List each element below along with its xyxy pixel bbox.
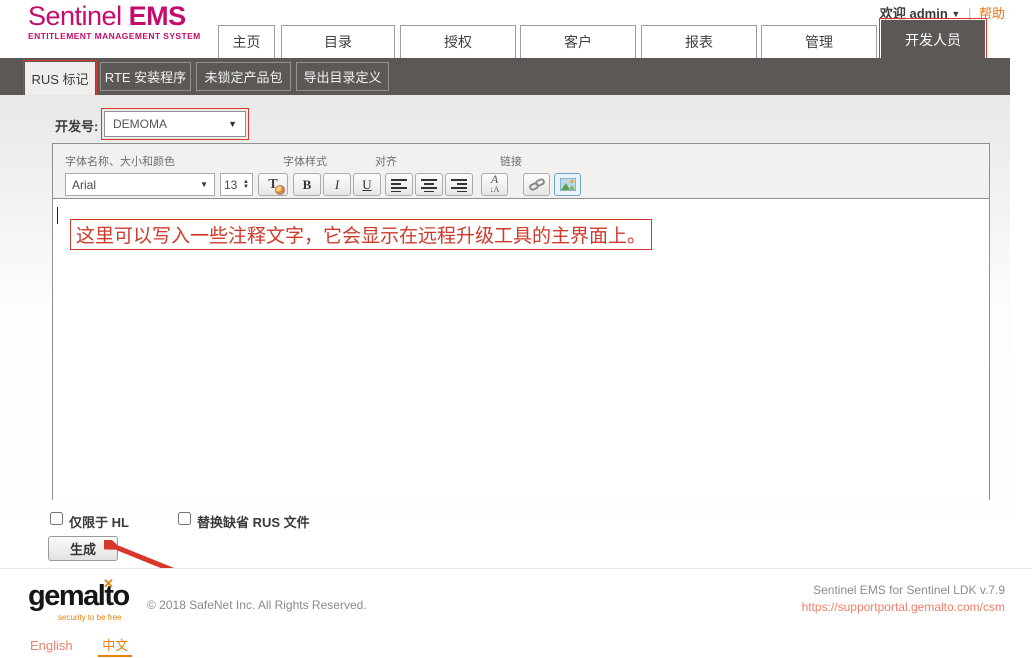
subnav-bar: RUS 标记 RTE 安装程序 未锁定产品包 导出目录定义 bbox=[0, 58, 1010, 95]
subtab-unlocked-packages[interactable]: 未锁定产品包 bbox=[196, 62, 291, 91]
link-icon bbox=[529, 178, 545, 192]
align-center-icon bbox=[421, 178, 437, 192]
annotation-note-text: 这里可以写入一些注释文字，它会显示在远程升级工具的主界面上。 bbox=[70, 219, 652, 250]
brand-logo-bold: EMS bbox=[129, 1, 186, 31]
brand-logo: Sentinel EMS bbox=[28, 1, 186, 32]
language-link-english[interactable]: English bbox=[30, 638, 73, 653]
help-link[interactable]: 帮助 bbox=[979, 6, 1005, 21]
footer: gemalto ✕ security to be free © 2018 Saf… bbox=[0, 568, 1032, 658]
welcome-user-menu[interactable]: 欢迎 admin bbox=[880, 6, 948, 21]
gemalto-tagline: security to be free bbox=[58, 613, 122, 622]
language-link-chinese[interactable]: 中文 bbox=[98, 638, 132, 657]
editor-text-area[interactable]: 这里可以写入一些注释文字，它会显示在远程升级工具的主界面上。 bbox=[53, 200, 989, 500]
version-block: Sentinel EMS for Sentinel LDK v.7.9 http… bbox=[802, 583, 1005, 614]
tab-customers[interactable]: 客户 bbox=[520, 25, 636, 59]
support-portal-link[interactable]: https://supportportal.gemalto.com/csm bbox=[802, 600, 1005, 614]
version-text: Sentinel EMS for Sentinel LDK v.7.9 bbox=[802, 583, 1005, 597]
sparkle-icon: ✕ bbox=[103, 576, 114, 592]
brand-logo-light: Sentinel bbox=[28, 1, 122, 31]
subtab-export-catalog[interactable]: 导出目录定义 bbox=[296, 62, 389, 91]
tab-catalog[interactable]: 目录 bbox=[281, 25, 395, 59]
stepper-down-icon[interactable]: ▼ bbox=[243, 185, 249, 190]
align-right-icon bbox=[451, 178, 467, 192]
font-color-icon: T bbox=[268, 177, 277, 193]
developer-id-value: DEMOMA bbox=[113, 117, 167, 131]
font-family-value: Arial bbox=[72, 178, 96, 192]
tab-home[interactable]: 主页 bbox=[218, 25, 275, 59]
divider: | bbox=[968, 6, 971, 21]
chevron-down-icon: ▼ bbox=[200, 180, 208, 189]
developer-id-select[interactable]: DEMOMA ▼ bbox=[104, 111, 246, 137]
image-icon bbox=[560, 178, 576, 191]
style-group-label: 字体样式 bbox=[283, 153, 327, 169]
font-group-label: 字体名称、大小和颜色 bbox=[65, 153, 175, 169]
brand-subtitle: ENTITLEMENT MANAGEMENT SYSTEM bbox=[28, 31, 201, 41]
hl-only-checkbox[interactable] bbox=[50, 512, 63, 525]
chevron-down-icon: ▼ bbox=[228, 119, 237, 129]
insert-link-button[interactable] bbox=[523, 173, 550, 196]
developer-id-label: 开发号: bbox=[55, 116, 98, 135]
font-family-select[interactable]: Arial ▼ bbox=[65, 173, 215, 196]
tab-developer[interactable]: 开发人员 bbox=[881, 20, 985, 59]
tab-reports[interactable]: 报表 bbox=[641, 25, 757, 59]
rus-note-editor: 字体名称、大小和颜色 字体样式 对齐 链接 Arial ▼ 13 ▲ ▼ T B… bbox=[52, 143, 990, 500]
align-left-button[interactable] bbox=[385, 173, 413, 196]
font-size-stepper[interactable]: 13 ▲ ▼ bbox=[220, 173, 253, 196]
link-group-label: 链接 bbox=[500, 153, 522, 169]
insert-image-button[interactable] bbox=[554, 173, 581, 196]
chevron-down-icon[interactable]: ▼ bbox=[951, 9, 960, 19]
hl-only-label[interactable]: 仅限于 HL bbox=[69, 512, 129, 531]
subtab-rte-installer[interactable]: RTE 安装程序 bbox=[100, 62, 191, 91]
underline-button[interactable]: U bbox=[353, 173, 381, 196]
subtab-rus-tag[interactable]: RUS 标记 bbox=[25, 62, 95, 95]
tab-entitlements[interactable]: 授权 bbox=[400, 25, 516, 59]
align-center-button[interactable] bbox=[415, 173, 443, 196]
sentinel-ems-page: Sentinel EMS ENTITLEMENT MANAGEMENT SYST… bbox=[0, 0, 1032, 658]
generate-button[interactable]: 生成 bbox=[48, 536, 118, 561]
bold-button[interactable]: B bbox=[293, 173, 321, 196]
font-color-button[interactable]: T bbox=[258, 173, 288, 196]
copyright-text: © 2018 SafeNet Inc. All Rights Reserved. bbox=[147, 598, 367, 612]
text-cursor bbox=[57, 207, 58, 224]
align-right-button[interactable] bbox=[445, 173, 473, 196]
align-left-icon bbox=[391, 178, 407, 192]
replace-rus-checkbox[interactable] bbox=[178, 512, 191, 525]
font-case-icon: A↓A bbox=[490, 175, 500, 194]
replace-rus-label[interactable]: 替换缺省 RUS 文件 bbox=[197, 512, 310, 531]
editor-toolbar: 字体名称、大小和颜色 字体样式 对齐 链接 Arial ▼ 13 ▲ ▼ T B… bbox=[53, 144, 989, 199]
italic-button[interactable]: I bbox=[323, 173, 351, 196]
tab-admin[interactable]: 管理 bbox=[761, 25, 877, 59]
font-size-value: 13 bbox=[224, 178, 237, 192]
language-switcher: English 中文 bbox=[30, 635, 132, 654]
align-group-label: 对齐 bbox=[375, 153, 397, 169]
font-case-button[interactable]: A↓A bbox=[481, 173, 508, 196]
